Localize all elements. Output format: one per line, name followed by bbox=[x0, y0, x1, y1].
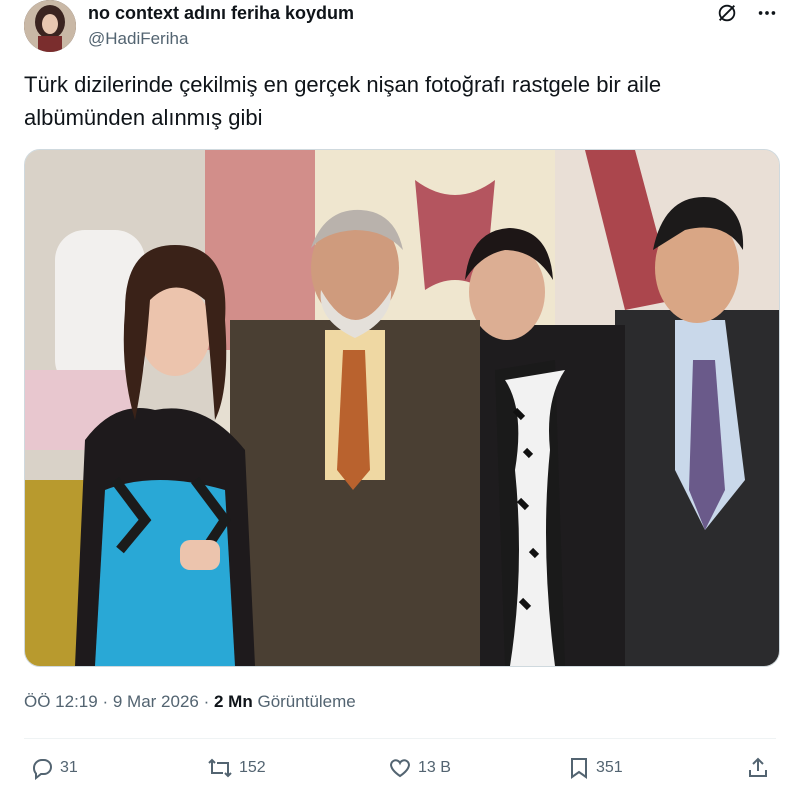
reply-count: 31 bbox=[60, 759, 78, 776]
repost-count: 152 bbox=[239, 759, 266, 776]
repost-button[interactable]: 152 bbox=[207, 756, 266, 780]
tweet-photo[interactable] bbox=[24, 149, 780, 667]
bookmark-button[interactable]: 351 bbox=[568, 756, 623, 780]
avatar[interactable] bbox=[24, 0, 76, 52]
tweet-meta: ÖÖ 12:19 · 9 Mar 2026 · 2 Mn Görüntüleme bbox=[24, 690, 356, 714]
divider bbox=[24, 738, 776, 739]
tweet-date[interactable]: 9 Mar 2026 bbox=[113, 692, 199, 711]
repost-icon bbox=[207, 756, 233, 780]
like-count: 13 B bbox=[418, 759, 451, 776]
tweet-text-line-2: albümünden alınmış gibi bbox=[24, 105, 263, 130]
share-icon bbox=[746, 756, 770, 780]
like-button[interactable]: 13 B bbox=[388, 756, 451, 780]
meta-separator: · bbox=[102, 692, 109, 711]
meta-separator: · bbox=[203, 692, 210, 711]
views-label: Görüntüleme bbox=[257, 692, 356, 711]
bookmark-count: 351 bbox=[596, 759, 623, 776]
handle[interactable]: @HadiFeriha bbox=[88, 28, 354, 50]
grok-icon[interactable] bbox=[716, 2, 738, 24]
tweet-text: Türk dizilerinde çekilmiş en gerçek nişa… bbox=[24, 68, 764, 134]
display-name[interactable]: no context adını feriha koydum bbox=[88, 2, 354, 24]
share-button[interactable] bbox=[746, 756, 770, 780]
tweet-header: no context adını feriha koydum @HadiFeri… bbox=[24, 0, 784, 56]
tweet-time[interactable]: ÖÖ 12:19 bbox=[24, 692, 98, 711]
bookmark-icon bbox=[568, 756, 590, 780]
more-icon[interactable] bbox=[756, 2, 778, 24]
like-icon bbox=[388, 756, 412, 780]
reply-icon bbox=[30, 756, 54, 780]
action-bar: 31 152 13 B 351 bbox=[24, 756, 776, 786]
tweet-text-line-1: Türk dizilerinde çekilmiş en gerçek nişa… bbox=[24, 72, 662, 97]
reply-button[interactable]: 31 bbox=[30, 756, 78, 780]
views-count: 2 Mn bbox=[214, 692, 253, 711]
